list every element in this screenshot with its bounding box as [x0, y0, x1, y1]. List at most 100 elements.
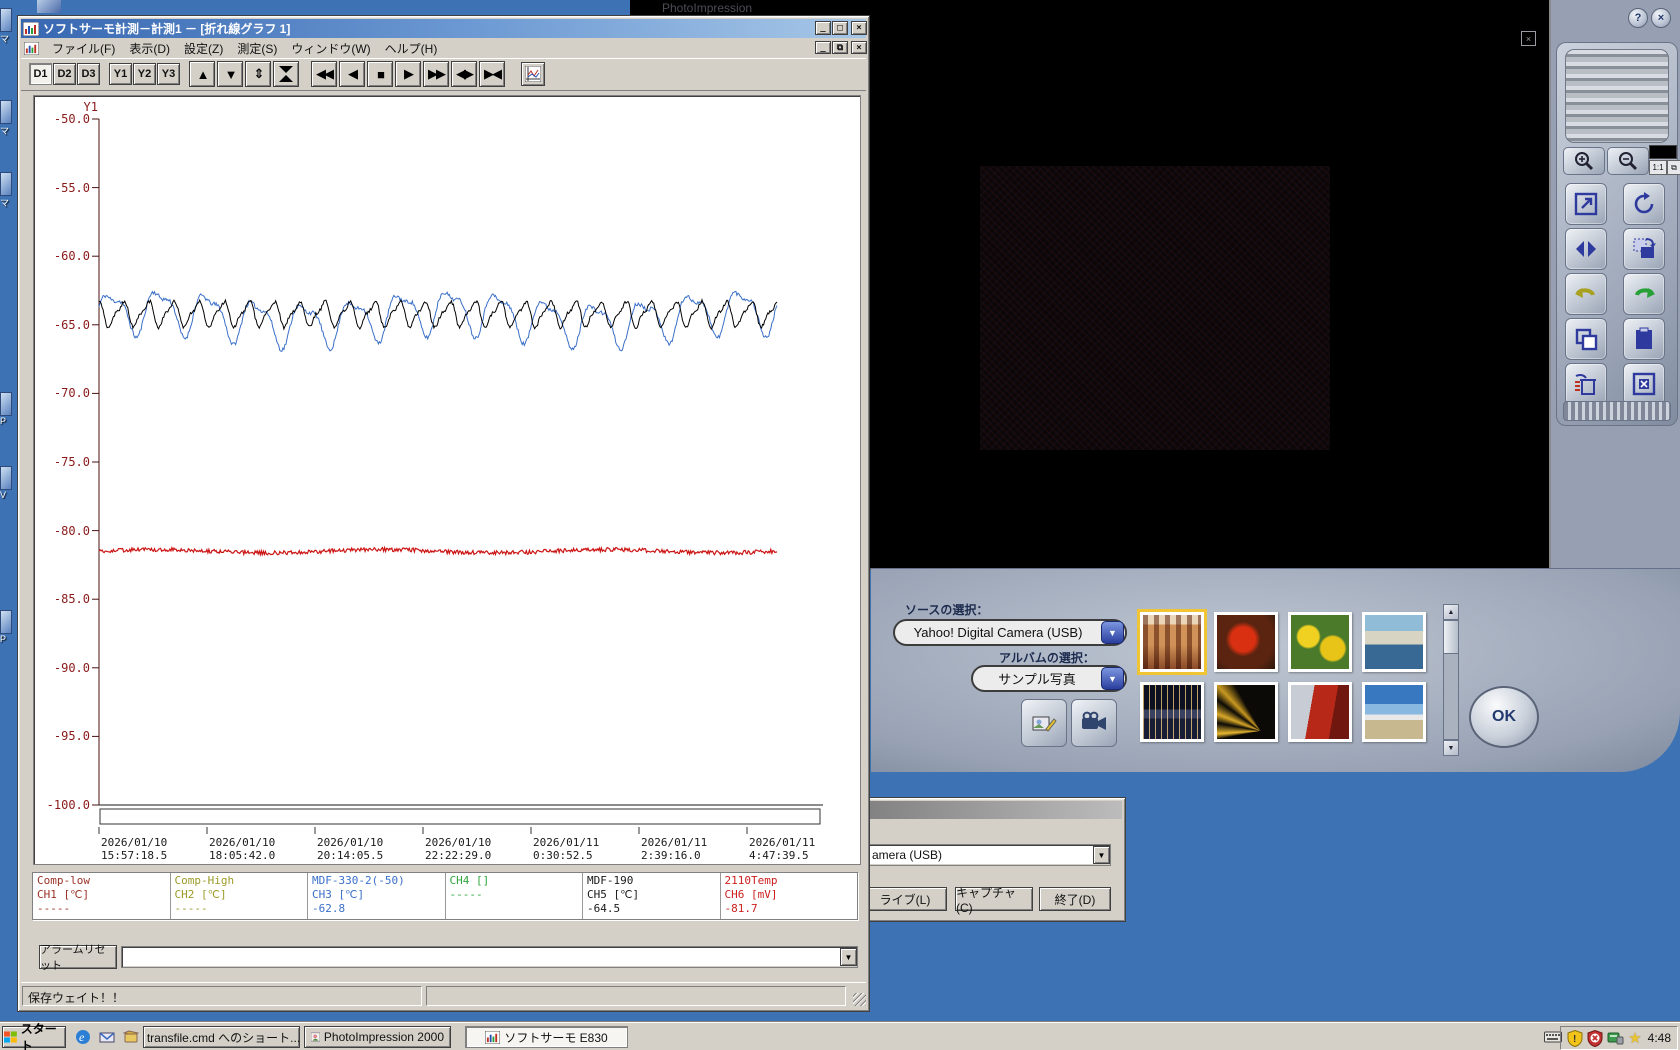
app-close-button[interactable]: × — [1651, 8, 1671, 28]
maximize-button[interactable]: □ — [832, 21, 848, 35]
menu-view[interactable]: 表示(D) — [122, 39, 177, 58]
desktop-icon-partial[interactable] — [37, 0, 61, 13]
security-warning-shield-icon[interactable]: ! — [1567, 1030, 1583, 1047]
d2-button[interactable]: D2 — [53, 63, 76, 85]
thumbnail-city-night-skyline[interactable] — [1140, 682, 1204, 742]
exit-button[interactable]: 終了(D) — [1039, 887, 1111, 911]
desktop-icon-sliver[interactable]: P — [0, 610, 12, 644]
y-tick-label: -95.0 — [34, 729, 90, 743]
desktop-icon-sliver[interactable]: マ — [0, 172, 12, 209]
resize-button[interactable] — [1565, 183, 1607, 225]
album-select-dropdown[interactable]: サンプル写真 ▼ — [971, 665, 1127, 692]
star-icon[interactable]: ★ — [1628, 1029, 1641, 1047]
resize-grip[interactable] — [853, 993, 866, 1006]
thumbnail-ship-bow[interactable] — [1288, 682, 1352, 742]
capture-button[interactable]: キャプチャ(C) — [955, 887, 1033, 911]
desktop-icon-sliver[interactable]: V — [0, 466, 12, 500]
acquire-photo-button[interactable] — [1021, 699, 1067, 747]
mirror-button[interactable] — [1565, 228, 1607, 270]
video-camera-icon — [1079, 709, 1109, 737]
scroll-up-arrow-icon[interactable]: ▲ — [1443, 604, 1459, 620]
step-right-button[interactable]: ▶ — [395, 61, 421, 87]
menu-help[interactable]: ヘルプ(H) — [378, 39, 445, 58]
chevron-down-icon[interactable]: ▼ — [1101, 667, 1124, 690]
scroll-down-button[interactable]: ▼ — [217, 61, 243, 87]
thumbnail-scrollbar[interactable]: ▲ ▼ — [1443, 604, 1459, 756]
task-softthermo[interactable]: ソフトサーモ E830 — [465, 1026, 628, 1048]
ok-button[interactable]: OK — [1469, 686, 1539, 748]
thumbnail-yellow-flowers[interactable] — [1288, 612, 1352, 672]
compress-x-button[interactable]: ▶◀ — [479, 61, 505, 87]
y3-button[interactable]: Y3 — [157, 63, 180, 85]
menu-window[interactable]: ウィンドウ(W) — [284, 39, 377, 58]
thumbnail-golden-light-fan[interactable] — [1214, 682, 1278, 742]
expand-y-button[interactable]: ⇕ — [245, 61, 271, 87]
d3-button[interactable]: D3 — [77, 63, 100, 85]
thumbnail-canyon-rock-spires[interactable] — [1140, 612, 1204, 672]
camera-source-combobox[interactable]: amera (USB) ▼ — [867, 844, 1111, 866]
desktop-icon-label: V — [0, 490, 12, 500]
live-button[interactable]: ライブ(L) — [863, 887, 947, 911]
desktop-icon-sliver[interactable]: マ — [0, 8, 12, 45]
source-select-dropdown[interactable]: Yahoo! Digital Camera (USB) ▼ — [893, 619, 1127, 646]
thumbnail-red-cardinal-bird[interactable] — [1214, 612, 1278, 672]
outlook-express-icon[interactable] — [98, 1028, 116, 1046]
start-button[interactable]: スタート — [2, 1026, 66, 1048]
compress-y-button[interactable] — [273, 61, 299, 87]
x-tick-label: 2026/01/1022:22:29.0 — [425, 836, 491, 862]
delete-button[interactable] — [1565, 363, 1607, 405]
stop-button[interactable]: ■ — [367, 61, 393, 87]
d1-button[interactable]: D1 — [29, 63, 52, 85]
menu-measure[interactable]: 測定(S) — [230, 39, 284, 58]
minimize-button[interactable]: _ — [815, 21, 831, 35]
internet-explorer-icon[interactable]: e — [74, 1028, 92, 1046]
scroll-down-arrow-icon[interactable]: ▼ — [1443, 740, 1459, 756]
step-left-button[interactable]: ◀ — [339, 61, 365, 87]
undo-button[interactable] — [1565, 273, 1607, 315]
chevron-down-icon[interactable]: ▼ — [1101, 621, 1124, 644]
zoom-out-button[interactable] — [1607, 147, 1649, 175]
jump-right-button[interactable]: ▶▶ — [423, 61, 449, 87]
mdi-child-icon[interactable] — [24, 42, 39, 55]
task-photoimpression[interactable]: PhotoImpression 2000 — [304, 1026, 451, 1048]
expand-x-button[interactable]: ◀▶ — [451, 61, 477, 87]
redo-button[interactable] — [1623, 273, 1665, 315]
graph-view-button[interactable] — [521, 62, 545, 86]
desktop-icon-sliver[interactable]: マ — [0, 100, 12, 137]
window-titlebar[interactable]: ソフトサーモ計測－計測1 － [折れ線グラフ 1] — [21, 19, 866, 38]
y1-button[interactable]: Y1 — [109, 63, 132, 85]
thumbnail-beach-sky-clouds[interactable] — [1362, 682, 1426, 742]
thumbnail-harbor-town[interactable] — [1362, 612, 1426, 672]
zoom-1to1-button[interactable]: 1:1 — [1649, 160, 1667, 175]
desktop-icon-sliver[interactable]: P — [0, 392, 12, 426]
restore-view-button[interactable]: ⧉ — [1667, 160, 1680, 175]
dialog-titlebar[interactable] — [856, 801, 1122, 819]
paste-button[interactable] — [1623, 318, 1665, 360]
crop-flip-button[interactable] — [1623, 228, 1665, 270]
chevron-down-icon[interactable]: ▼ — [840, 948, 857, 966]
alarm-combobox[interactable]: ▼ — [121, 946, 858, 968]
zoom-in-button[interactable] — [1563, 147, 1605, 175]
security-alert-shield-icon[interactable] — [1587, 1030, 1603, 1047]
rotate-button[interactable] — [1623, 183, 1665, 225]
child-close-button[interactable]: × — [851, 41, 867, 54]
scroll-up-button[interactable]: ▲ — [189, 61, 215, 87]
close-button[interactable]: × — [851, 21, 867, 35]
scrollbar-thumb[interactable] — [1443, 620, 1459, 654]
jump-left-button[interactable]: ◀◀ — [311, 61, 337, 87]
copy-button[interactable] — [1565, 318, 1607, 360]
canvas-close-box-icon[interactable]: × — [1521, 31, 1536, 46]
close-frame-button[interactable] — [1623, 363, 1665, 405]
show-desktop-icon[interactable] — [122, 1028, 140, 1046]
child-minimize-button[interactable]: _ — [815, 41, 831, 54]
capture-video-button[interactable] — [1071, 699, 1117, 747]
pc-card-icon[interactable] — [1607, 1031, 1624, 1046]
menu-settings[interactable]: 設定(Z) — [177, 39, 230, 58]
task-transfile-cmd[interactable]: C:\ transfile.cmd へのショート... — [143, 1026, 300, 1048]
help-button[interactable]: ? — [1628, 8, 1648, 28]
chevron-down-icon[interactable]: ▼ — [1093, 846, 1110, 864]
y2-button[interactable]: Y2 — [133, 63, 156, 85]
child-restore-button[interactable]: ⧉ — [832, 41, 848, 54]
menu-file[interactable]: ファイル(F) — [45, 39, 122, 58]
alarm-reset-button[interactable]: アラームリセット — [39, 945, 117, 969]
